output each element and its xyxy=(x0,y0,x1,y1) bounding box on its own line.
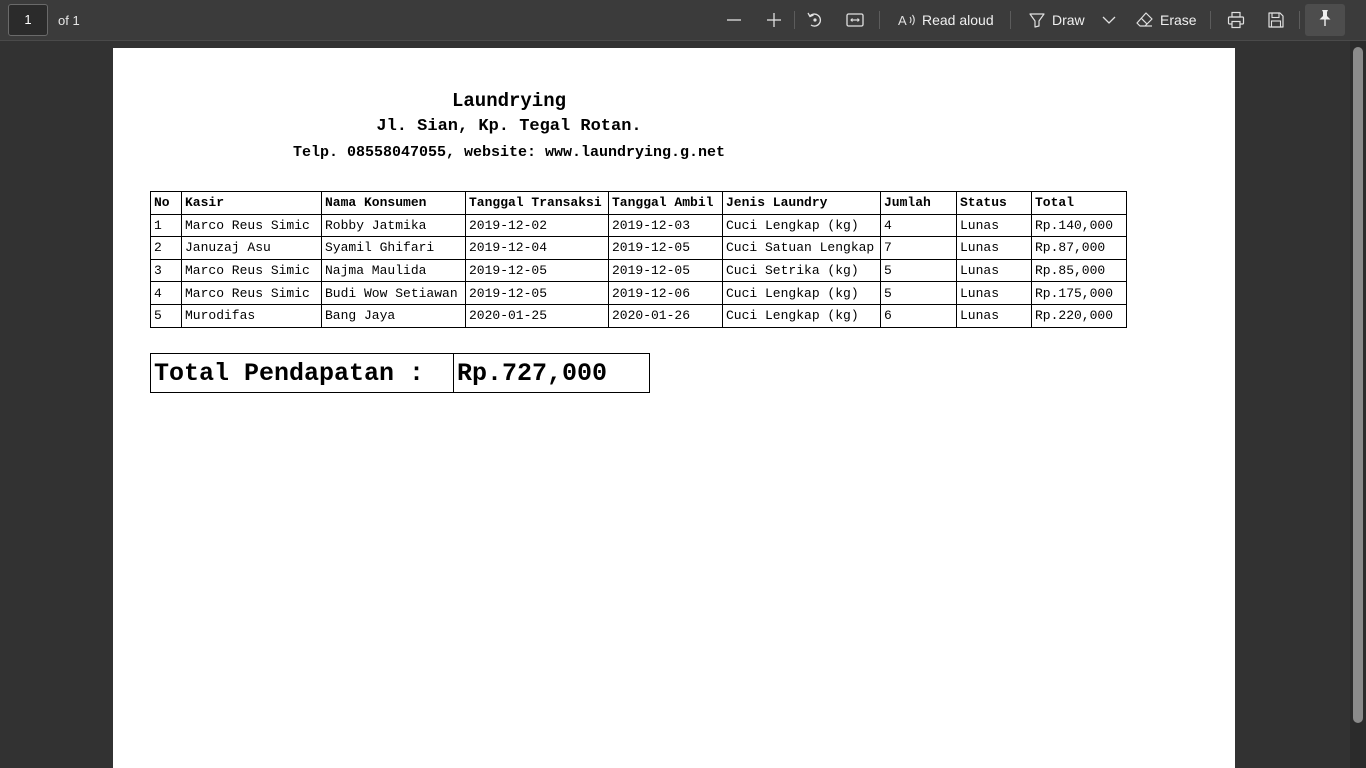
transactions-table: No Kasir Nama Konsumen Tanggal Transaksi… xyxy=(150,191,1127,328)
table-cell: Januzaj Asu xyxy=(181,236,322,260)
table-cell: 2019-12-05 xyxy=(465,281,609,305)
toolbar-divider xyxy=(879,11,880,29)
pdf-toolbar: 1 of 1 A Read aloud Draw Erase xyxy=(0,0,1366,41)
table-row: 5 Murodifas Bang Jaya 2020-01-25 2020-01… xyxy=(150,303,1127,328)
table-cell: Lunas xyxy=(956,258,1032,283)
eraser-icon[interactable] xyxy=(1132,8,1158,32)
zoom-out-icon[interactable] xyxy=(721,8,747,32)
table-cell: 2020-01-25 xyxy=(465,303,609,328)
table-row: 3 Marco Reus Simic Najma Maulida 2019-12… xyxy=(150,258,1127,283)
table-cell: 2020-01-26 xyxy=(608,303,723,328)
table-cell: 2019-12-03 xyxy=(608,213,723,238)
toolbar-divider xyxy=(794,11,795,29)
column-header: Status xyxy=(956,191,1032,215)
table-cell: 2 xyxy=(150,236,182,260)
column-header: Nama Konsumen xyxy=(321,191,466,215)
table-cell: Lunas xyxy=(956,213,1032,238)
draw-icon[interactable] xyxy=(1024,8,1050,32)
table-cell: Rp.175,000 xyxy=(1031,281,1127,305)
column-header: Tanggal Transaksi xyxy=(465,191,609,215)
fit-page-icon[interactable] xyxy=(842,8,868,32)
table-cell: Cuci Lengkap (kg) xyxy=(722,281,881,305)
report-title: Laundrying xyxy=(451,90,567,112)
table-cell: 5 xyxy=(150,303,182,328)
toolbar-divider xyxy=(1010,11,1011,29)
table-row: 1 Marco Reus Simic Robby Jatmika 2019-12… xyxy=(150,213,1127,238)
table-cell: Rp.140,000 xyxy=(1031,213,1127,238)
table-cell: 3 xyxy=(150,258,182,283)
print-icon[interactable] xyxy=(1223,8,1249,32)
toolbar-divider xyxy=(1299,11,1300,29)
pdf-page: Laundrying Jl. Sian, Kp. Tegal Rotan. Te… xyxy=(113,48,1235,768)
table-cell: 2019-12-06 xyxy=(608,281,723,305)
column-header: Jenis Laundry xyxy=(722,191,881,215)
table-cell: 4 xyxy=(880,213,957,238)
table-row: 2 Januzaj Asu Syamil Ghifari 2019-12-04 … xyxy=(150,236,1127,260)
table-cell: Marco Reus Simic xyxy=(181,281,322,305)
table-row: 4 Marco Reus Simic Budi Wow Setiawan 201… xyxy=(150,281,1127,305)
table-cell: 4 xyxy=(150,281,182,305)
toolbar-divider xyxy=(1210,11,1211,29)
total-label: Total Pendapatan : xyxy=(150,353,454,393)
table-cell: Lunas xyxy=(956,236,1032,260)
report-address: Jl. Sian, Kp. Tegal Rotan. xyxy=(376,117,642,136)
column-header: No xyxy=(150,191,182,215)
total-row: Total Pendapatan : Rp.727,000 xyxy=(150,353,650,393)
table-cell: Robby Jatmika xyxy=(321,213,466,238)
svg-text:A: A xyxy=(898,13,907,28)
table-cell: Murodifas xyxy=(181,303,322,328)
table-cell: Cuci Lengkap (kg) xyxy=(722,303,881,328)
column-header: Total xyxy=(1031,191,1127,215)
table-cell: Rp.85,000 xyxy=(1031,258,1127,283)
table-cell: 6 xyxy=(880,303,957,328)
read-aloud-button[interactable]: Read aloud xyxy=(922,12,994,28)
table-cell: 1 xyxy=(150,213,182,238)
table-cell: 2019-12-05 xyxy=(608,258,723,283)
scrollbar-thumb[interactable] xyxy=(1353,47,1363,723)
save-icon[interactable] xyxy=(1263,8,1289,32)
table-cell: Lunas xyxy=(956,281,1032,305)
table-cell: Cuci Setrika (kg) xyxy=(722,258,881,283)
table-cell: Syamil Ghifari xyxy=(321,236,466,260)
table-cell: Rp.87,000 xyxy=(1031,236,1127,260)
column-header: Jumlah xyxy=(880,191,957,215)
table-cell: Budi Wow Setiawan xyxy=(321,281,466,305)
page-count-label: of 1 xyxy=(58,13,80,28)
pin-icon xyxy=(1317,9,1333,32)
table-cell: Marco Reus Simic xyxy=(181,213,322,238)
table-header-row: No Kasir Nama Konsumen Tanggal Transaksi… xyxy=(150,191,1127,215)
rotate-icon[interactable] xyxy=(802,8,828,32)
table-cell: Marco Reus Simic xyxy=(181,258,322,283)
zoom-in-icon[interactable] xyxy=(761,8,787,32)
total-value: Rp.727,000 xyxy=(453,353,650,393)
chevron-down-icon[interactable] xyxy=(1096,8,1122,32)
table-cell: 5 xyxy=(880,258,957,283)
table-cell: Rp.220,000 xyxy=(1031,303,1127,328)
table-cell: 2019-12-05 xyxy=(608,236,723,260)
table-cell: 5 xyxy=(880,281,957,305)
pin-toolbar-button[interactable] xyxy=(1305,4,1345,36)
table-cell: Cuci Satuan Lengkap xyxy=(722,236,881,260)
page-number-input[interactable]: 1 xyxy=(8,4,48,36)
table-cell: Bang Jaya xyxy=(321,303,466,328)
table-cell: 7 xyxy=(880,236,957,260)
read-aloud-icon[interactable]: A xyxy=(894,8,920,32)
vertical-scrollbar[interactable] xyxy=(1350,41,1366,768)
column-header: Tanggal Ambil xyxy=(608,191,723,215)
table-cell: Cuci Lengkap (kg) xyxy=(722,213,881,238)
table-cell: Lunas xyxy=(956,303,1032,328)
table-cell: 2019-12-04 xyxy=(465,236,609,260)
table-cell: Najma Maulida xyxy=(321,258,466,283)
erase-button[interactable]: Erase xyxy=(1160,12,1197,28)
draw-button[interactable]: Draw xyxy=(1052,12,1085,28)
table-cell: 2019-12-02 xyxy=(465,213,609,238)
table-cell: 2019-12-05 xyxy=(465,258,609,283)
total-revenue-table: Total Pendapatan : Rp.727,000 xyxy=(150,353,650,393)
column-header: Kasir xyxy=(181,191,322,215)
report-contact: Telp. 08558047055, website: www.laundryi… xyxy=(292,144,726,161)
